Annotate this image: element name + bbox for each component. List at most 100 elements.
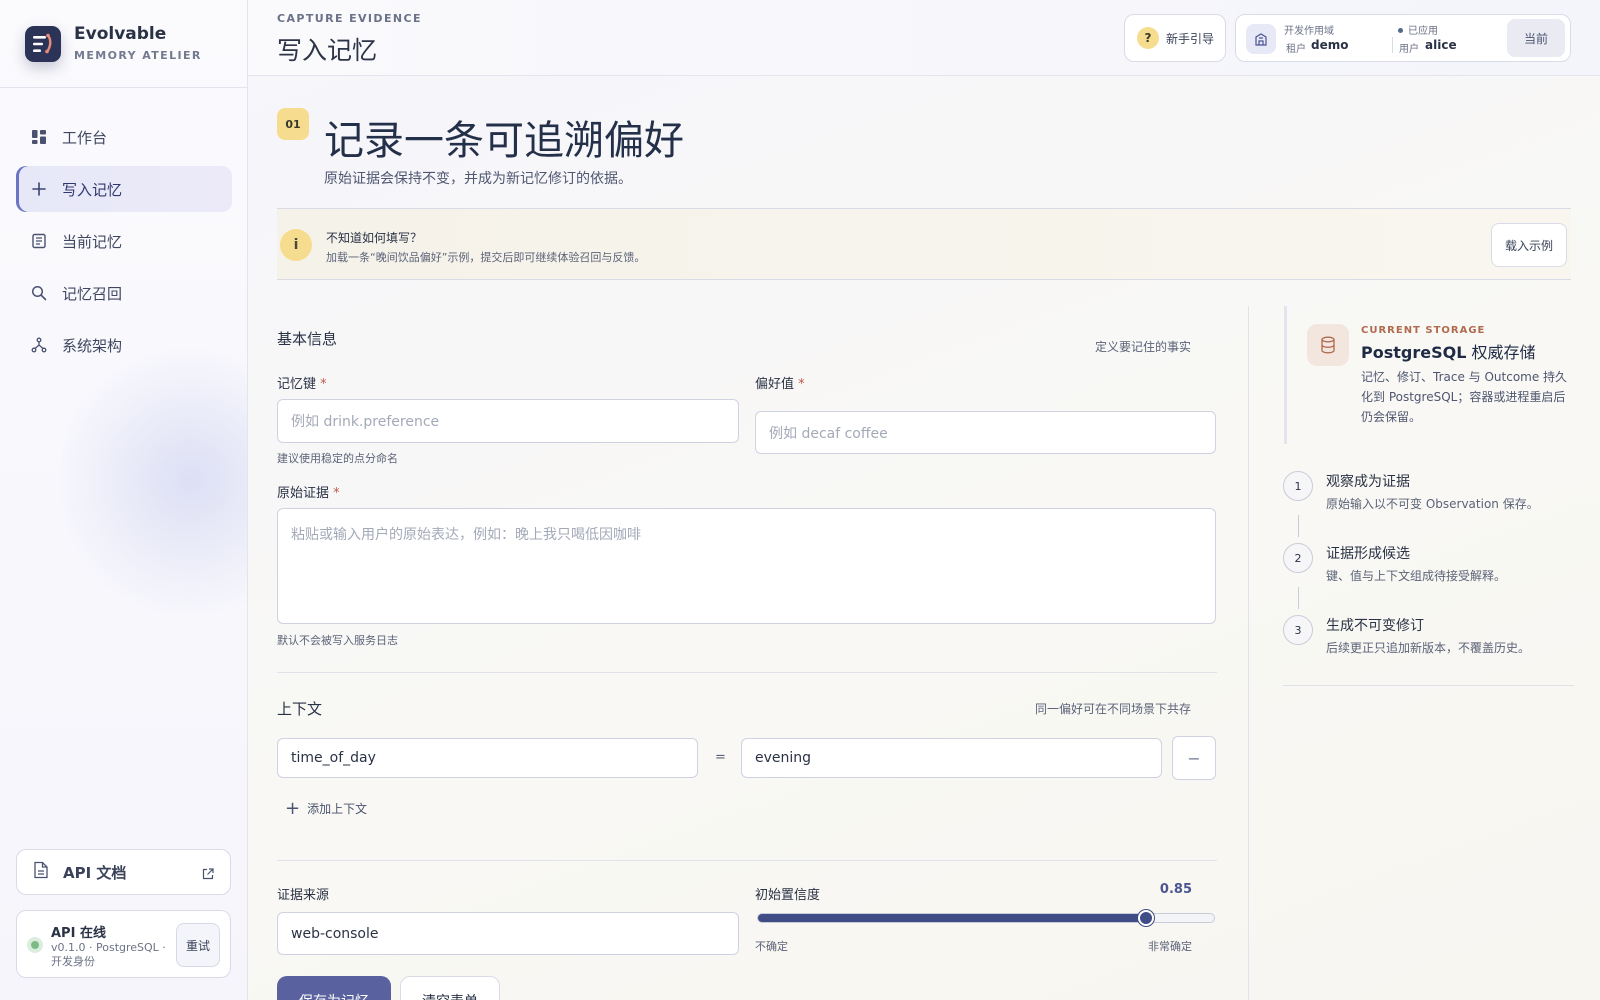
step-description: 键、值与上下文组成待接受解释。 bbox=[1326, 569, 1507, 583]
storage-description: 记忆、修订、Trace 与 Outcome 持久化到 PostgreSQL；容器… bbox=[1361, 370, 1568, 424]
divider bbox=[1283, 685, 1574, 686]
file-icon bbox=[33, 861, 49, 883]
api-docs-link[interactable]: API 文档 bbox=[16, 849, 231, 895]
page-title: 写入记忆 bbox=[277, 36, 378, 65]
applied-status: 已应用 bbox=[1398, 22, 1438, 37]
identity-scope-panel: 开发作用域 租户 demo 已应用 用户 alice 当前 bbox=[1235, 14, 1571, 62]
add-context-label: 添加上下文 bbox=[307, 802, 368, 816]
network-icon bbox=[30, 336, 48, 354]
step-number: 3 bbox=[1283, 615, 1313, 645]
evidence-textarea[interactable]: 粘贴或输入用户的原始表达，例如：晚上我只喝低因咖啡 bbox=[277, 508, 1216, 624]
scope-label: 开发作用域 bbox=[1284, 26, 1334, 37]
sidebar-item-write-memory[interactable]: 写入记忆 bbox=[16, 166, 232, 212]
section-heading-context: 上下文 bbox=[277, 700, 323, 718]
memory-key-help: 建议使用稳定的点分命名 bbox=[277, 452, 398, 465]
preference-value-label: 偏好值 * bbox=[755, 377, 805, 392]
storage-title: PostgreSQL 权威存储 bbox=[1361, 343, 1536, 362]
load-example-button[interactable]: 载入示例 bbox=[1491, 223, 1567, 267]
database-icon bbox=[1307, 324, 1349, 366]
step-badge: 01 bbox=[277, 108, 309, 140]
example-hint-banner: i 不知道如何填写？ 加载一条“晚间饮品偏好”示例，提交后即可继续体验召回与反馈… bbox=[277, 208, 1571, 280]
sidebar-nav: 工作台 写入记忆 当前记忆 记忆召回 系统架构 bbox=[16, 114, 232, 374]
section-aside-basic: 定义要记住的事实 bbox=[1094, 340, 1191, 354]
hero-subtitle: 原始证据会保持不变，并成为新记忆修订的依据。 bbox=[324, 171, 632, 187]
help-icon: ? bbox=[1137, 27, 1159, 49]
step-title: 证据形成候选 bbox=[1326, 546, 1410, 562]
hint-title: 不知道如何填写？ bbox=[326, 231, 423, 245]
brand[interactable]: Evolvable MEMORY ATELIER bbox=[0, 0, 247, 88]
tenant-value: demo bbox=[1311, 38, 1349, 52]
confidence-label: 初始置信度 bbox=[755, 888, 821, 903]
storage-panel: CURRENT STORAGE PostgreSQL 权威存储 记忆、修订、Tr… bbox=[1284, 306, 1574, 444]
sidebar-item-label: 写入记忆 bbox=[62, 180, 123, 199]
header-eyebrow: CAPTURE EVIDENCE bbox=[277, 12, 422, 25]
step-title: 观察成为证据 bbox=[1326, 474, 1410, 490]
step-description: 后续更正只追加新版本，不覆盖历史。 bbox=[1326, 641, 1531, 655]
sidebar-item-label: 记忆召回 bbox=[62, 284, 123, 303]
api-status-card: API 在线 v0.1.0 · PostgreSQL · 开发身份 重试 bbox=[16, 910, 231, 978]
sidebar-item-current-memory[interactable]: 当前记忆 bbox=[16, 218, 232, 264]
confidence-slider[interactable] bbox=[757, 910, 1215, 926]
external-link-icon bbox=[202, 865, 214, 884]
brand-name: Evolvable bbox=[74, 24, 167, 44]
save-memory-button[interactable]: 保存为记忆 bbox=[277, 976, 391, 1000]
context-value-input[interactable]: evening bbox=[741, 738, 1162, 778]
step-number: 1 bbox=[1283, 471, 1313, 501]
step-connector bbox=[1298, 515, 1299, 537]
document-list-icon bbox=[30, 232, 48, 250]
sidebar-item-label: 工作台 bbox=[62, 128, 108, 147]
slider-fill bbox=[758, 914, 1146, 922]
slider-thumb[interactable] bbox=[1137, 910, 1154, 926]
hero-title: 记录一条可追溯偏好 bbox=[324, 118, 684, 164]
evidence-source-input[interactable]: web-console bbox=[277, 912, 739, 955]
main-content: 01 记录一条可追溯偏好 原始证据会保持不变，并成为新记忆修订的依据。 i 不知… bbox=[248, 76, 1600, 1000]
sidebar: Evolvable MEMORY ATELIER 工作台 写入记忆 当前记忆 记… bbox=[0, 0, 248, 1000]
confidence-high-label: 非常确定 bbox=[1148, 940, 1192, 953]
top-header: CAPTURE EVIDENCE 写入记忆 ? 新手引导 开发作用域 租户 de… bbox=[248, 0, 1600, 76]
evidence-label: 原始证据 * bbox=[277, 486, 340, 501]
hint-text: 加载一条“晚间饮品偏好”示例，提交后即可继续体验召回与反馈。 bbox=[326, 251, 646, 264]
search-icon bbox=[30, 284, 48, 302]
memory-key-input[interactable]: 例如 drink.preference bbox=[277, 399, 739, 443]
api-docs-label: API 文档 bbox=[63, 863, 127, 882]
column-divider bbox=[1248, 306, 1249, 1000]
storage-eyebrow: CURRENT STORAGE bbox=[1361, 325, 1486, 336]
sidebar-item-label: 系统架构 bbox=[62, 336, 123, 355]
sidebar-item-workbench[interactable]: 工作台 bbox=[16, 114, 232, 160]
user-value: alice bbox=[1425, 38, 1457, 52]
current-scope-button[interactable]: 当前 bbox=[1507, 19, 1565, 57]
section-heading-basic: 基本信息 bbox=[277, 330, 338, 348]
retry-button[interactable]: 重试 bbox=[176, 923, 220, 967]
sidebar-item-recall[interactable]: 记忆召回 bbox=[16, 270, 232, 316]
sidebar-item-architecture[interactable]: 系统架构 bbox=[16, 322, 232, 368]
api-status-title: API 在线 bbox=[51, 926, 106, 941]
brand-subtitle: MEMORY ATELIER bbox=[74, 49, 202, 62]
divider bbox=[277, 672, 1217, 673]
section-aside-context: 同一偏好可在不同场景下共存 bbox=[1034, 702, 1191, 716]
plus-icon: + bbox=[285, 798, 301, 819]
plus-icon bbox=[30, 180, 48, 198]
step-connector bbox=[1298, 587, 1299, 609]
info-icon: i bbox=[280, 229, 312, 261]
equals-sign: = bbox=[715, 750, 726, 765]
add-context-button[interactable]: + 添加上下文 bbox=[285, 798, 367, 819]
divider bbox=[277, 860, 1217, 861]
confidence-value: 0.85 bbox=[1159, 882, 1192, 897]
building-icon bbox=[1246, 24, 1276, 54]
tenant-key: 租户 bbox=[1286, 44, 1306, 55]
context-key-input[interactable]: time_of_day bbox=[277, 738, 698, 778]
step-number: 2 bbox=[1283, 543, 1313, 573]
onboarding-guide-button[interactable]: ? 新手引导 bbox=[1124, 14, 1226, 62]
remove-context-button[interactable]: − bbox=[1172, 736, 1216, 780]
confidence-low-label: 不确定 bbox=[755, 940, 788, 953]
sidebar-item-label: 当前记忆 bbox=[62, 232, 123, 251]
evidence-source-label: 证据来源 bbox=[277, 888, 330, 903]
step-description: 原始输入以不可变 Observation 保存。 bbox=[1326, 497, 1539, 511]
decorative-glow bbox=[60, 330, 247, 630]
step-title: 生成不可变修订 bbox=[1326, 618, 1424, 634]
divider bbox=[1392, 37, 1393, 53]
evidence-help: 默认不会被写入服务日志 bbox=[277, 634, 398, 647]
memory-key-label: 记忆键 * bbox=[277, 377, 327, 392]
preference-value-input[interactable]: 例如 decaf coffee bbox=[755, 411, 1216, 454]
clear-form-button[interactable]: 清空表单 bbox=[400, 976, 500, 1000]
